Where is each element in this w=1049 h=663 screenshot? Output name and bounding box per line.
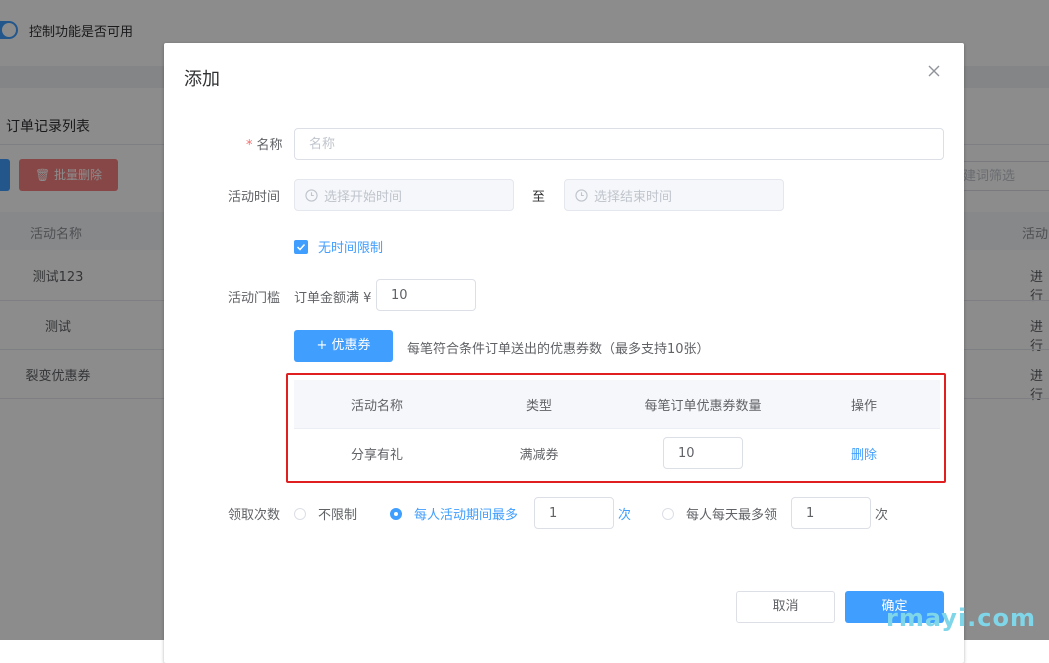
radio-selected-icon <box>390 507 402 520</box>
threshold-label: 活动门槛 <box>228 291 281 306</box>
radio-unlimited[interactable]: 不限制 <box>294 504 357 523</box>
add-dialog: 添加 *名称 活动时间 选择开始时间 至 选择结束时间 无时间限制 活动门槛 订… <box>164 43 964 663</box>
coupon-action-cell: 删除 <box>788 444 940 463</box>
claim-label: 领取次数 <box>228 508 281 523</box>
delete-link[interactable]: 删除 <box>851 448 877 463</box>
no-time-limit-checkbox[interactable]: 无时间限制 <box>294 237 383 256</box>
coupon-table-header: 活动名称 类型 每笔订单优惠券数量 操作 <box>294 380 940 429</box>
header-type: 类型 <box>525 398 552 414</box>
dialog-title: 添加 <box>184 69 220 90</box>
radio-icon <box>662 507 674 520</box>
coupon-hint: 每笔符合条件订单送出的优惠券数（最多支持10张） <box>407 342 710 357</box>
radio-per-activity-label: 每人活动期间最多 <box>414 508 519 523</box>
end-time-picker[interactable]: 选择结束时间 <box>564 179 784 211</box>
add-coupon-button[interactable]: + 优惠券 <box>294 330 393 362</box>
header-activity-name: 活动名称 <box>350 398 403 414</box>
coupon-table: 活动名称 类型 每笔订单优惠券数量 操作 分享有礼 满减券 删除 <box>294 380 940 477</box>
per-day-unit: 次 <box>875 508 889 523</box>
coupon-quantity-input[interactable] <box>663 437 743 469</box>
name-label: * 名称 <box>246 134 283 153</box>
coupon-quantity-cell <box>618 437 788 469</box>
watermark: rmayi.com <box>886 604 1037 632</box>
time-label: 活动时间 <box>228 190 281 205</box>
table-row: 分享有礼 满减券 删除 <box>294 429 940 477</box>
per-activity-unit: 次 <box>618 508 632 523</box>
end-time-placeholder: 选择结束时间 <box>594 189 673 205</box>
clock-icon <box>305 188 318 202</box>
header-quantity: 每笔订单优惠券数量 <box>644 398 762 414</box>
no-time-limit-label: 无时间限制 <box>318 241 384 256</box>
check-icon <box>294 239 308 254</box>
coupon-type: 满减券 <box>519 447 559 463</box>
radio-per-day-label: 每人每天最多领 <box>686 508 778 523</box>
radio-unlimited-label: 不限制 <box>318 508 358 523</box>
per-activity-count-input[interactable] <box>534 497 614 529</box>
threshold-prefix: 订单金额满 ¥ <box>294 291 372 306</box>
threshold-amount-input[interactable] <box>376 279 476 311</box>
coupon-name: 分享有礼 <box>350 447 403 463</box>
start-time-placeholder: 选择开始时间 <box>324 189 403 205</box>
radio-icon <box>294 507 306 520</box>
name-input[interactable] <box>294 128 944 160</box>
clock-icon <box>575 188 588 202</box>
close-icon[interactable] <box>926 63 942 79</box>
radio-per-activity[interactable]: 每人活动期间最多 <box>390 504 518 523</box>
start-time-picker[interactable]: 选择开始时间 <box>294 179 514 211</box>
radio-per-day[interactable]: 每人每天最多领 <box>662 504 777 523</box>
time-separator: 至 <box>532 190 546 205</box>
required-mark: * <box>246 138 253 153</box>
cancel-button[interactable]: 取消 <box>736 591 835 623</box>
per-day-count-input[interactable] <box>791 497 871 529</box>
header-action: 操作 <box>850 398 877 414</box>
name-label-text: 名称 <box>256 138 283 153</box>
